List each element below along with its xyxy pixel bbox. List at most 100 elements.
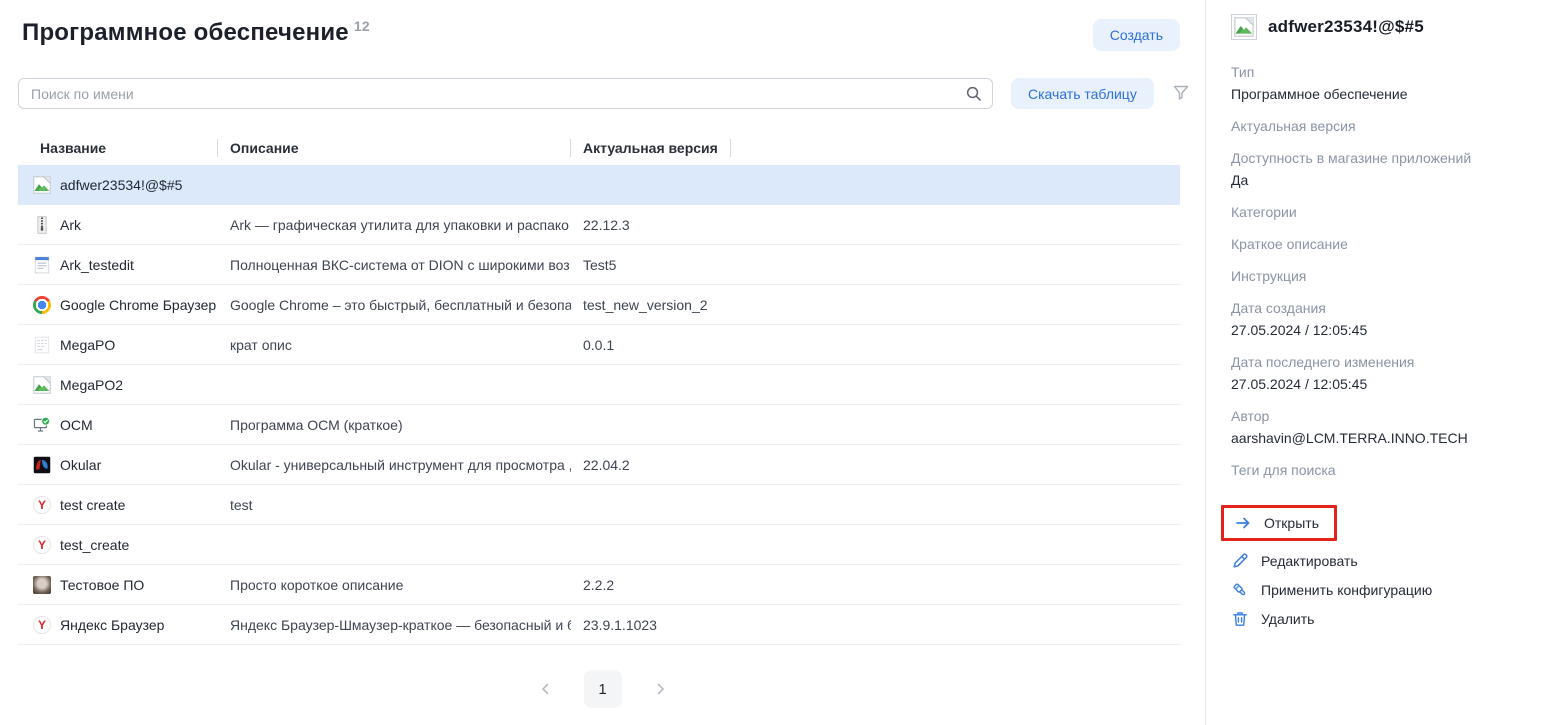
flash-drive-icon xyxy=(1231,581,1249,599)
row-description: test xyxy=(218,497,571,513)
table-row[interactable]: Y test_create xyxy=(18,525,1180,565)
row-description: Полноценная ВКС-система от DION с широки… xyxy=(218,257,571,273)
row-description: Программа ОСМ (краткое) xyxy=(218,417,571,433)
table-row[interactable]: OCM Программа ОСМ (краткое) xyxy=(18,405,1180,445)
pencil-icon xyxy=(1231,552,1249,570)
field-label: Дата создания xyxy=(1231,299,1548,317)
detail-field: Дата создания 27.05.2024 / 12:05:45 xyxy=(1231,299,1548,339)
page-title-text: Программное обеспечение xyxy=(22,19,349,46)
download-table-button[interactable]: Скачать таблицу xyxy=(1011,78,1154,109)
table-row[interactable]: Ark Ark — графическая утилита для упаков… xyxy=(18,205,1180,245)
action-item[interactable]: Редактировать xyxy=(1231,552,1358,570)
table-row[interactable]: Y test create test xyxy=(18,485,1180,525)
detail-field: Инструкция xyxy=(1231,267,1548,285)
table-header: Название Описание Актуальная версия xyxy=(18,131,1180,165)
row-name-cell: Y test create xyxy=(18,496,218,514)
row-name-cell: Google Chrome Браузер xyxy=(18,296,218,314)
row-description: Okular - универсальный инструмент для пр… xyxy=(218,457,571,473)
action-label: Удалить xyxy=(1261,611,1314,627)
field-value: 27.05.2024 / 12:05:45 xyxy=(1231,375,1548,393)
field-label: Доступность в магазине приложений xyxy=(1231,149,1548,167)
field-value: 27.05.2024 / 12:05:45 xyxy=(1231,321,1548,339)
detail-field: Краткое описание xyxy=(1231,235,1548,253)
row-description: Google Chrome – это быстрый, бесплатный … xyxy=(218,297,571,313)
table-row[interactable]: Y Яндекс Браузер Яндекс Браузер-Шмаузер-… xyxy=(18,605,1180,645)
prev-page-button[interactable] xyxy=(534,677,558,701)
field-label: Тип xyxy=(1231,63,1548,81)
table-row[interactable]: Okular Okular - универсальный инструмент… xyxy=(18,445,1180,485)
cat-photo-icon xyxy=(33,576,51,594)
row-name: Ark xyxy=(60,217,81,233)
detail-field: Актуальная версия xyxy=(1231,117,1548,135)
action-item[interactable]: Применить конфигурацию xyxy=(1231,581,1432,599)
row-description: Яндекс Браузер-Шмаузер-краткое — безопас… xyxy=(218,617,571,633)
row-name: test create xyxy=(60,497,125,513)
search-input[interactable] xyxy=(18,78,993,109)
row-name-cell: adfwer23534!@$#5 xyxy=(18,176,218,194)
row-name-cell: Okular xyxy=(18,456,218,474)
row-name: MegaPO2 xyxy=(60,377,123,393)
table-row[interactable]: adfwer23534!@$#5 xyxy=(18,165,1180,205)
table-body: adfwer23534!@$#5 Ark Ark — графическая у… xyxy=(18,165,1180,645)
main-panel: Программное обеспечение12 Создать Скачат… xyxy=(0,0,1205,725)
table-row[interactable]: Тестовое ПО Просто короткое описание 2.2… xyxy=(18,565,1180,605)
broken-image-icon xyxy=(1231,14,1257,40)
table-row[interactable]: MegaPO2 xyxy=(18,365,1180,405)
row-version: 0.0.1 xyxy=(571,337,731,353)
row-name-cell: OCM xyxy=(18,416,218,434)
table-row[interactable]: Ark_testedit Полноценная ВКС-система от … xyxy=(18,245,1180,285)
action-label: Открыть xyxy=(1264,515,1319,531)
row-version: 2.2.2 xyxy=(571,577,731,593)
toolbar: Скачать таблицу xyxy=(18,78,1180,109)
trash-icon xyxy=(1231,610,1249,628)
column-header-description: Описание xyxy=(218,131,571,165)
row-version: 23.9.1.1023 xyxy=(571,617,731,633)
field-value: aarshavin@LCM.TERRA.INNO.TECH xyxy=(1231,429,1548,447)
pagination: 1 xyxy=(0,670,1205,708)
next-page-button[interactable] xyxy=(648,677,672,701)
row-name: MegaPO xyxy=(60,337,115,353)
row-name: Ark_testedit xyxy=(60,257,134,273)
magnifier-icon xyxy=(965,85,982,102)
detail-field: Категории xyxy=(1231,203,1548,221)
row-name-cell: Ark xyxy=(18,216,218,234)
row-name-cell: MegaPO xyxy=(18,336,218,354)
field-label: Дата последнего изменения xyxy=(1231,353,1548,371)
row-description: Просто короткое описание xyxy=(218,577,571,593)
row-name: OCM xyxy=(60,417,93,433)
chevron-left-icon xyxy=(538,681,554,697)
broken-image-icon xyxy=(33,376,51,394)
field-label: Актуальная версия xyxy=(1231,117,1548,135)
page-title: Программное обеспечение12 xyxy=(22,19,370,47)
create-button[interactable]: Создать xyxy=(1093,19,1180,51)
row-name: Тестовое ПО xyxy=(60,577,144,593)
search-field-wrap xyxy=(18,78,993,109)
okular-icon xyxy=(33,456,51,474)
row-name: Okular xyxy=(60,457,101,473)
detail-field: Тип Программное обеспечение xyxy=(1231,63,1548,103)
row-name-cell: Y Яндекс Браузер xyxy=(18,616,218,634)
yandex-icon: Y xyxy=(33,536,51,554)
column-header-version: Актуальная версия xyxy=(571,131,731,165)
funnel-icon xyxy=(1172,83,1190,101)
table-row[interactable]: Google Chrome Браузер Google Chrome – эт… xyxy=(18,285,1180,325)
row-name: Google Chrome Браузер xyxy=(60,297,216,313)
filter-button[interactable] xyxy=(1170,81,1192,106)
software-table: Название Описание Актуальная версия adfw… xyxy=(18,131,1180,645)
broken-image-icon xyxy=(33,176,51,194)
field-label: Инструкция xyxy=(1231,267,1548,285)
column-header-name: Название xyxy=(18,131,218,165)
action-item-highlighted[interactable]: Открыть xyxy=(1221,505,1337,541)
action-label: Редактировать xyxy=(1261,553,1358,569)
action-item[interactable]: Удалить xyxy=(1231,610,1314,628)
monitor-check-icon xyxy=(33,416,51,434)
sidebar-fields: Тип Программное обеспечение Актуальная в… xyxy=(1231,63,1548,479)
row-name-cell: MegaPO2 xyxy=(18,376,218,394)
page-number-button[interactable]: 1 xyxy=(584,670,622,708)
chevron-right-icon xyxy=(652,681,668,697)
table-row[interactable]: MegaPO крат опис 0.0.1 xyxy=(18,325,1180,365)
sidebar-title-row: adfwer23534!@$#5 xyxy=(1231,14,1548,40)
row-version: 22.12.3 xyxy=(571,217,731,233)
sidebar-actions: Открыть Редактировать Применить конфигур… xyxy=(1231,505,1548,628)
field-label: Теги для поиска xyxy=(1231,461,1548,479)
